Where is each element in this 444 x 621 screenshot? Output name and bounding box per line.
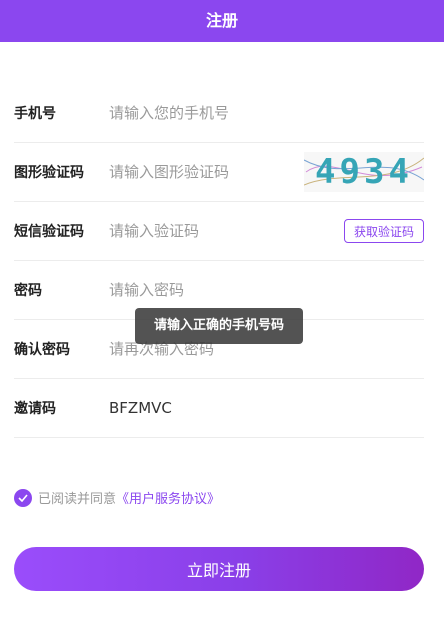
user-agreement-link[interactable]: 《用户服务协议》 — [116, 488, 220, 507]
phone-input[interactable] — [109, 99, 424, 127]
agreement-text: 已阅读并同意 — [38, 492, 117, 507]
captcha-label: 图形验证码 — [14, 165, 84, 181]
captcha-code: 4934 — [315, 152, 413, 192]
captcha-image[interactable]: 4934 — [304, 152, 424, 192]
confirm-password-label: 确认密码 — [14, 342, 70, 358]
page-title: 注册 — [205, 11, 238, 30]
toast-message: 请输入正确的手机号码 — [135, 308, 303, 344]
invite-input[interactable] — [109, 394, 424, 422]
register-form: 手机号 图形验证码 4934 短信验证码 获取验证码 密码 确认密码 邀请码 — [14, 84, 424, 438]
invite-row: 邀请码 — [14, 379, 424, 438]
sms-row: 短信验证码 获取验证码 — [14, 202, 424, 261]
page-header: 注册 — [0, 0, 444, 42]
password-label: 密码 — [14, 283, 42, 299]
phone-row: 手机号 — [14, 84, 424, 143]
agreement-row: 已阅读并同意 《用户服务协议》 — [14, 488, 220, 507]
agreement-checkbox[interactable] — [14, 488, 32, 507]
password-input[interactable] — [109, 276, 424, 304]
check-icon — [18, 493, 28, 502]
register-button[interactable]: 立即注册 — [14, 547, 424, 591]
sms-label: 短信验证码 — [14, 224, 84, 240]
get-sms-code-button[interactable]: 获取验证码 — [343, 219, 424, 243]
invite-label: 邀请码 — [14, 401, 56, 417]
phone-label: 手机号 — [14, 106, 56, 122]
captcha-row: 图形验证码 4934 — [14, 143, 424, 202]
